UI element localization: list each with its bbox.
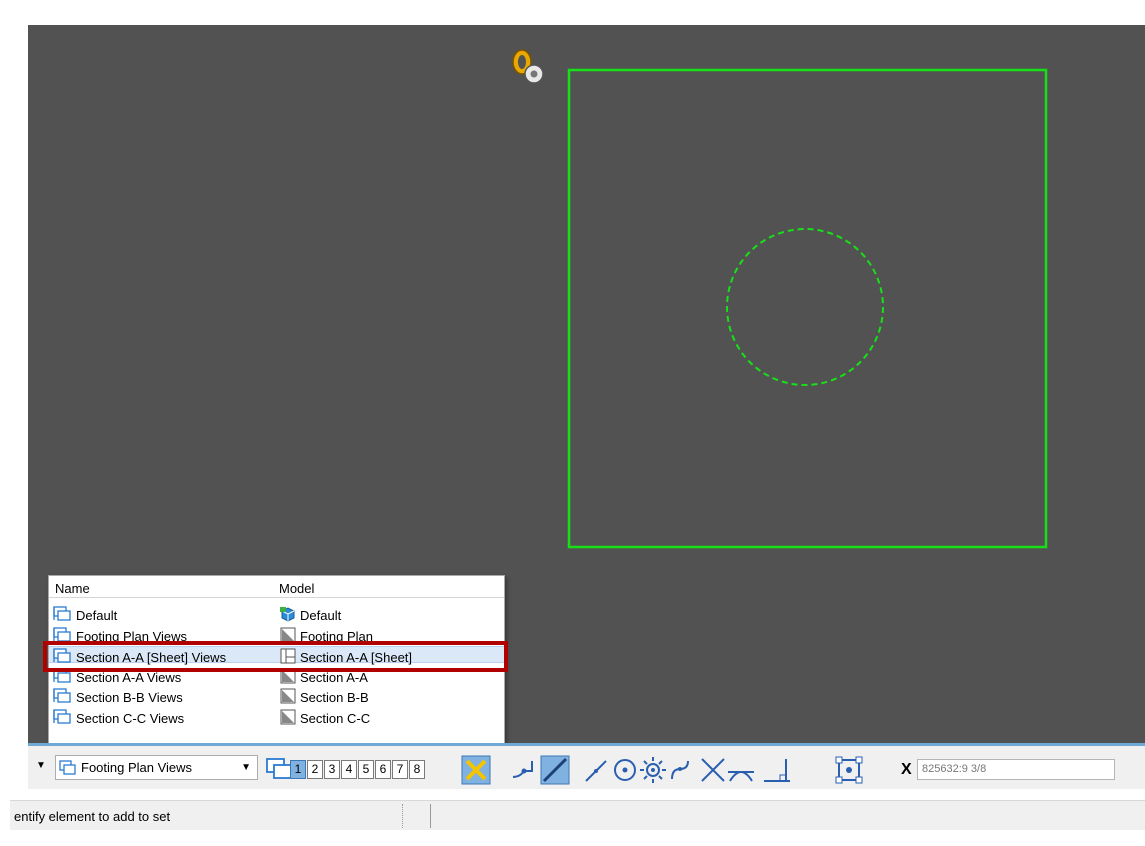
list-row[interactable]: Section B-B Views Section B-B: [49, 687, 504, 707]
status-divider: [430, 804, 431, 828]
list-row[interactable]: Default Default: [49, 605, 504, 625]
application-window: Name Model Default Default Footing Plan Vi…: [0, 0, 1145, 846]
view-group-icon: [53, 688, 73, 707]
view-group-name: Default: [76, 608, 118, 623]
view-group-name-cell: Section C-C Views: [53, 708, 185, 728]
model-cell: Section C-C: [279, 709, 370, 728]
3d-model-icon: [279, 606, 297, 625]
list-header: Name Model: [49, 576, 504, 598]
origin-snap-button[interactable]: [638, 755, 668, 785]
view-button-1[interactable]: 1: [290, 760, 306, 779]
view-button-2[interactable]: 2: [307, 760, 323, 779]
status-prompt-text: entify element to add to set: [14, 809, 171, 824]
model-cell: Default: [279, 606, 341, 625]
drawing-model-icon: [279, 709, 297, 728]
center-snap-button[interactable]: [610, 755, 640, 785]
model-name: Default: [300, 608, 342, 623]
center-snap-icon: [614, 759, 636, 781]
perpendicular-snap-button[interactable]: [762, 755, 792, 785]
snap-settings-button[interactable]: [834, 755, 864, 785]
dashed-circle-element[interactable]: [726, 228, 884, 386]
clear-selection-button[interactable]: [461, 755, 491, 785]
view-group-icon: [53, 708, 73, 728]
view-toolbar: ▼ Footing Plan Views ▼ 12345678 X 825632…: [28, 743, 1145, 789]
view-button-5[interactable]: 5: [358, 760, 374, 779]
coordinate-x-input[interactable]: 825632:9 3/8: [917, 759, 1115, 780]
model-column-header[interactable]: Model: [279, 581, 314, 596]
keypoint-snap-icon: [512, 761, 533, 778]
view-button-4[interactable]: 4: [341, 760, 357, 779]
name-column-header[interactable]: Name: [55, 581, 90, 596]
view-group-icon: [59, 759, 76, 775]
list-row[interactable]: Footing Plan Views Footing Plan: [49, 626, 504, 644]
view-button-7[interactable]: 7: [392, 760, 408, 779]
caret-down-icon[interactable]: ▼: [36, 760, 46, 771]
clear-x-icon: [461, 755, 491, 785]
view-group-select-value: Footing Plan Views: [81, 760, 193, 775]
nearest-snap-button[interactable]: [540, 755, 570, 785]
midpoint-snap-button[interactable]: [582, 755, 612, 785]
origin-snap-icon: [640, 757, 666, 783]
nearest-snap-icon: [540, 755, 570, 785]
keypoint-snap-button[interactable]: [510, 755, 540, 785]
status-bar: entify element to add to set: [10, 800, 1145, 830]
snap-settings-icon: [835, 756, 863, 784]
view-group-name: Section C-C Views: [76, 710, 185, 726]
footing-square-element[interactable]: [567, 68, 1048, 549]
view-group-name-cell: Section B-B Views: [53, 688, 183, 707]
list-row[interactable]: Section C-C Views Section C-C: [49, 708, 504, 728]
view-group-icon: [53, 606, 73, 625]
tangent-snap-icon: [728, 771, 754, 782]
bisector-snap-icon: [671, 760, 689, 780]
intersection-snap-icon: [701, 758, 725, 782]
view-group-name-cell: Default: [53, 606, 117, 625]
model-cell: Section B-B: [279, 688, 369, 707]
tangent-snap-button[interactable]: [726, 755, 756, 785]
view-group-name: Section B-B Views: [76, 690, 183, 705]
drawing-model-icon: [279, 688, 297, 707]
bisector-snap-button[interactable]: [668, 755, 698, 785]
intersection-snap-button[interactable]: [698, 755, 728, 785]
view-button-8[interactable]: 8: [409, 760, 425, 779]
midpoint-snap-icon: [585, 760, 607, 782]
model-name: Section C-C: [300, 710, 371, 726]
view-button-3[interactable]: 3: [324, 760, 340, 779]
view-button-6[interactable]: 6: [375, 760, 391, 779]
chevron-down-icon: ▼: [241, 762, 251, 773]
coordinate-x-label: X: [901, 761, 912, 778]
model-name: Section B-B: [300, 690, 369, 705]
view-group-select[interactable]: Footing Plan Views ▼: [55, 755, 258, 780]
selection-cursor-icon: [508, 47, 548, 87]
perpendicular-snap-icon: [764, 759, 790, 782]
status-divider: [402, 804, 403, 828]
highlight-annotation-box: [43, 641, 508, 672]
